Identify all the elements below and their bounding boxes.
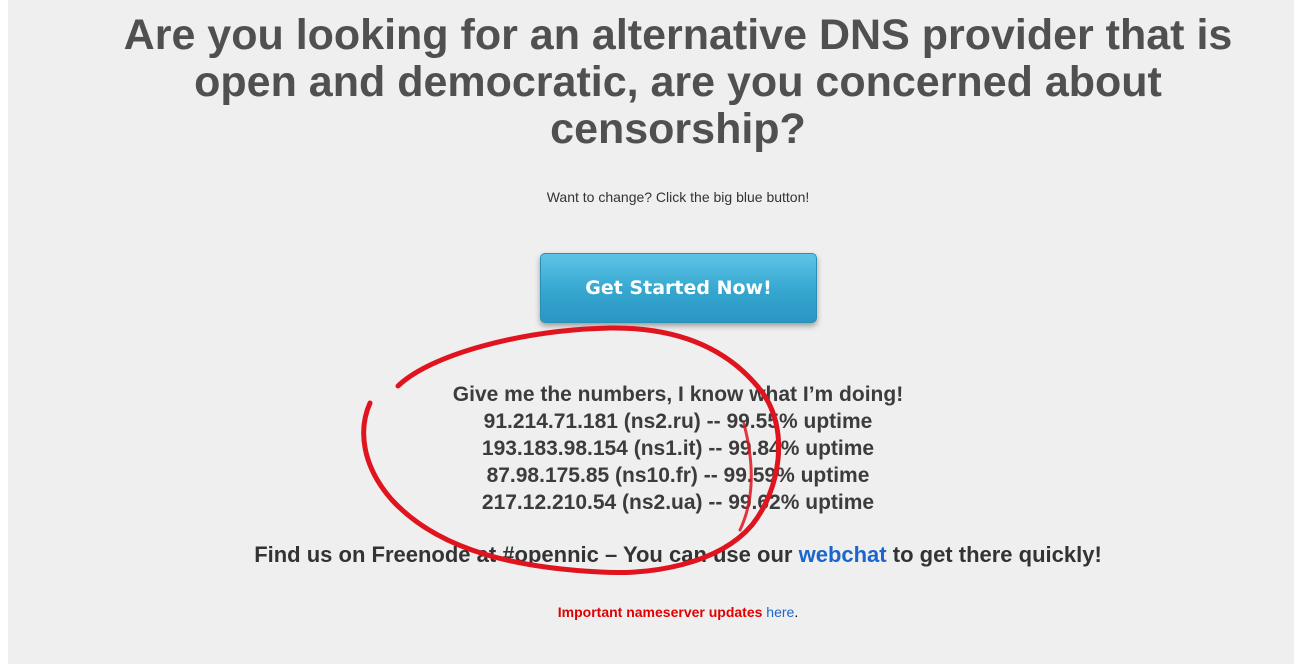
nameserver-notice: Important nameserver updates here.: [0, 604, 1294, 620]
irc-text-prefix: Find us on Freenode at #opennic – You ca…: [254, 542, 793, 567]
headline-line-1: Are you looking for an alternative DNS p…: [123, 11, 1233, 59]
irc-text-suffix: to get there quickly!: [892, 542, 1102, 567]
webchat-link[interactable]: webchat: [799, 542, 887, 567]
page-headline: Are you looking for an alternative DNS p…: [0, 12, 1294, 153]
tagline: Want to change? Click the big blue butto…: [546, 189, 810, 205]
headline-line-3: censorship?: [550, 105, 806, 153]
dns-server-line: 91.214.71.181 (ns2.ru) -- 99.55% uptime: [483, 410, 873, 433]
notice-here-link[interactable]: here: [766, 604, 794, 620]
irc-line: Find us on Freenode at #opennic – You ca…: [0, 542, 1294, 568]
notice-period: .: [794, 604, 799, 620]
headline-line-2: open and democratic, are you concerned a…: [194, 58, 1162, 106]
numbers-heading: Give me the numbers, I know what I’m doi…: [452, 383, 904, 406]
dns-server-line: 217.12.210.54 (ns2.ua) -- 99.62% uptime: [481, 491, 875, 514]
nameserver-warning: Important nameserver updates: [557, 604, 763, 620]
dns-numbers-block: Give me the numbers, I know what I’m doi…: [0, 381, 1294, 516]
dns-server-line: 87.98.175.85 (ns10.fr) -- 99.59% uptime: [486, 464, 870, 487]
dns-server-line: 193.183.98.154 (ns1.it) -- 99.84% uptime: [481, 437, 875, 460]
get-started-button[interactable]: Get Started Now!: [540, 253, 817, 323]
